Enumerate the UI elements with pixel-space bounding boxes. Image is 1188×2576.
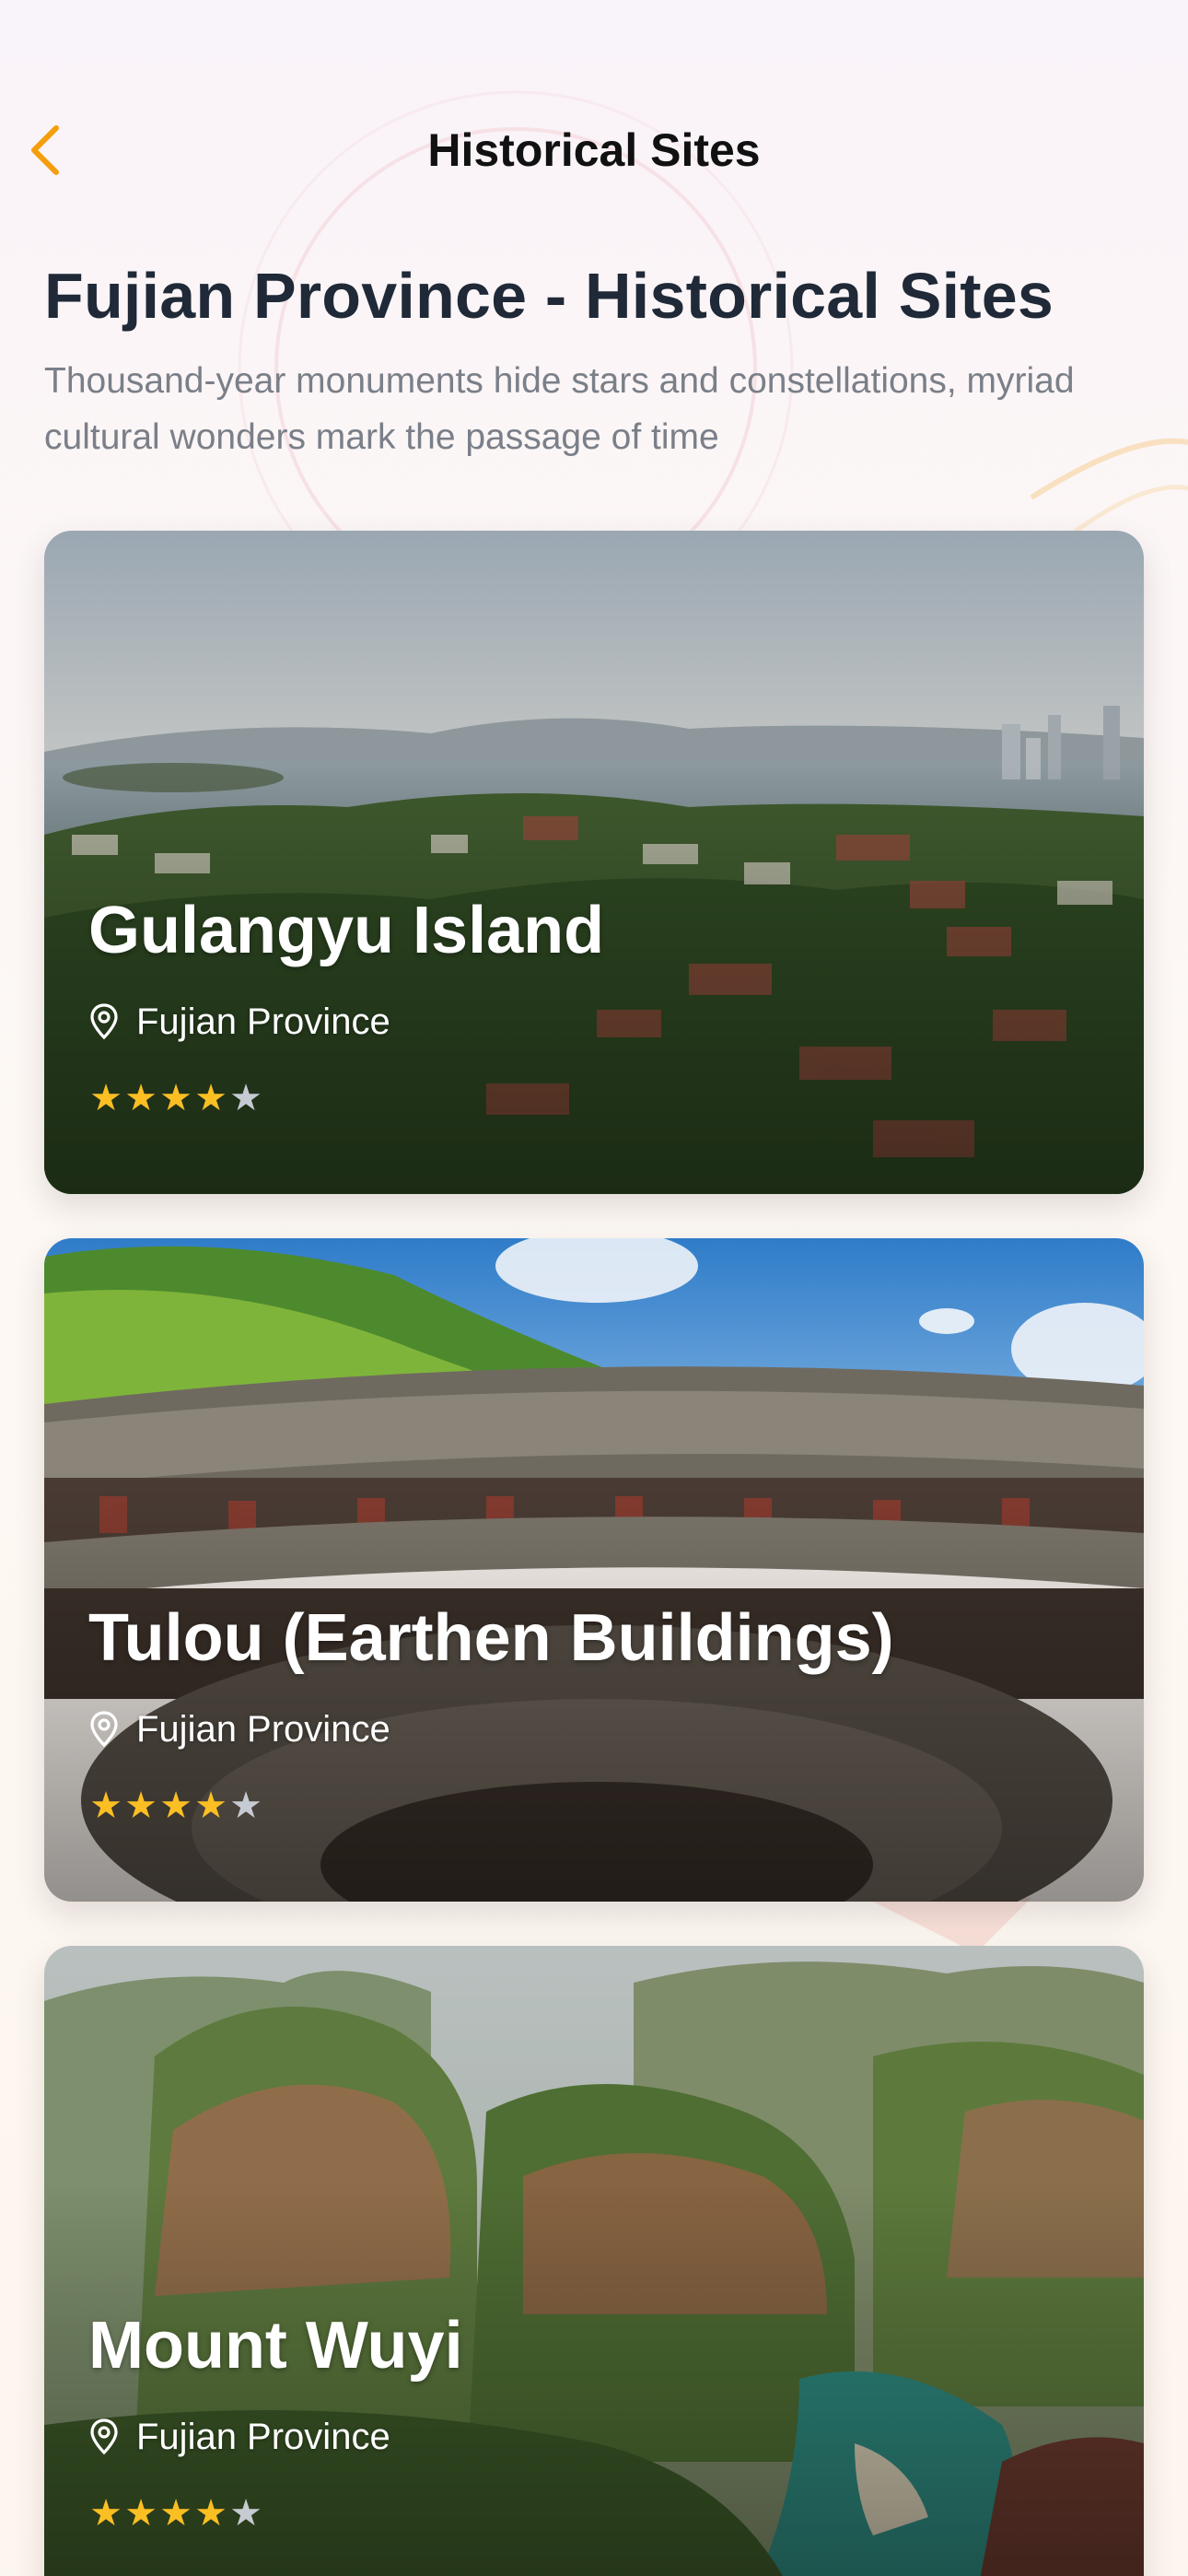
navigation-bar: Historical Sites	[0, 101, 1188, 199]
site-card-tulou[interactable]: Tulou (Earthen Buildings) Fujian Provinc…	[44, 1238, 1144, 1902]
site-location: Fujian Province	[88, 2414, 390, 2460]
star-empty-icon: ★	[229, 2492, 262, 2535]
star-empty-icon: ★	[229, 1785, 262, 1827]
star-filled-icon: ★	[159, 1077, 192, 1119]
map-pin-icon	[88, 1706, 127, 1752]
star-filled-icon: ★	[124, 1785, 157, 1827]
star-filled-icon: ★	[124, 2492, 157, 2535]
star-filled-icon: ★	[124, 1077, 157, 1119]
page-subtitle: Thousand-year monuments hide stars and c…	[44, 361, 1075, 457]
site-location-text: Fujian Province	[136, 1001, 390, 1042]
page-heading: Fujian Province - Historical Sites	[44, 260, 1054, 332]
site-location-text: Fujian Province	[136, 1709, 390, 1750]
star-filled-icon: ★	[89, 1785, 122, 1827]
star-filled-icon: ★	[194, 1785, 227, 1827]
star-filled-icon: ★	[89, 2492, 122, 2535]
site-name: Gulangyu Island	[88, 894, 605, 967]
site-location: Fujian Province	[88, 999, 390, 1045]
map-pin-icon	[88, 999, 127, 1045]
star-filled-icon: ★	[89, 1077, 122, 1119]
star-empty-icon: ★	[229, 1077, 262, 1119]
site-card-mount-wuyi[interactable]: Mount Wuyi Fujian Province ★ ★ ★ ★ ★	[44, 1946, 1144, 2576]
nav-title: Historical Sites	[427, 124, 761, 176]
star-rating: ★ ★ ★ ★ ★	[88, 1784, 263, 1828]
star-filled-icon: ★	[194, 1077, 227, 1119]
star-rating: ★ ★ ★ ★ ★	[88, 1076, 263, 1120]
site-name: Tulou (Earthen Buildings)	[88, 1601, 894, 1675]
star-filled-icon: ★	[159, 1785, 192, 1827]
site-name: Mount Wuyi	[88, 2309, 463, 2383]
star-filled-icon: ★	[159, 2492, 192, 2535]
site-location: Fujian Province	[88, 1706, 390, 1752]
star-filled-icon: ★	[194, 2492, 227, 2535]
site-card-gulangyu[interactable]: Gulangyu Island Fujian Province ★ ★ ★ ★ ★	[44, 531, 1144, 1194]
map-pin-icon	[88, 2414, 127, 2460]
star-rating: ★ ★ ★ ★ ★	[88, 2491, 263, 2535]
site-location-text: Fujian Province	[136, 2417, 390, 2457]
